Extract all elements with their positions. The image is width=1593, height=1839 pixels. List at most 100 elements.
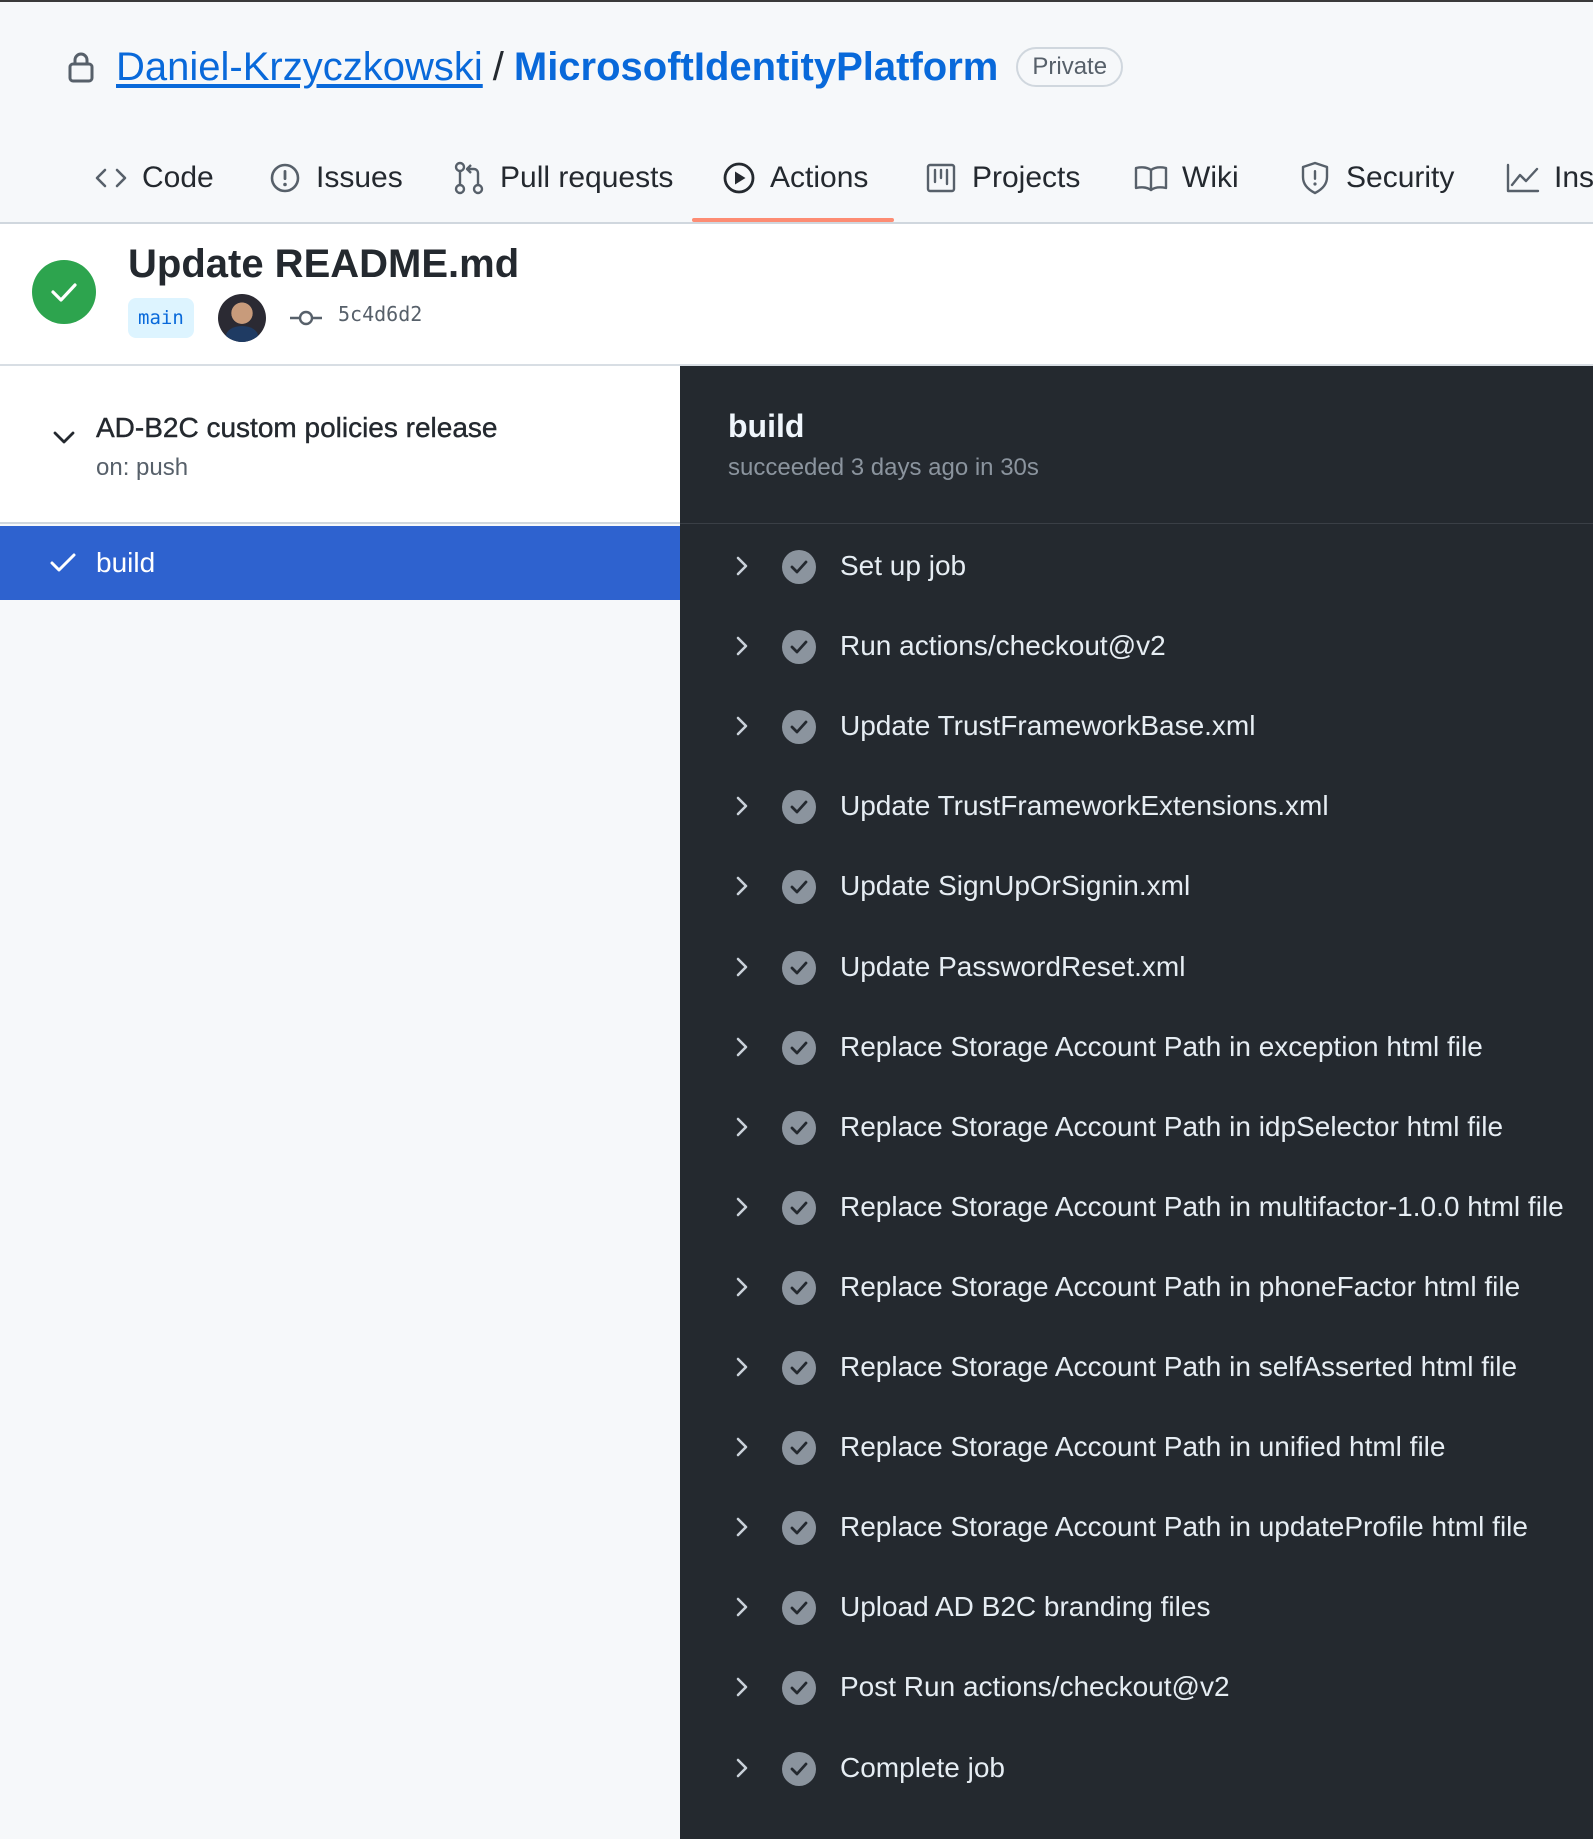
job-step[interactable]: Update SignUpOrSignin.xml (680, 846, 1593, 926)
step-success-icon (782, 1591, 816, 1626)
tab-label: Issues (316, 161, 403, 194)
repo-name-link[interactable]: MicrosoftIdentityPlatform (514, 45, 998, 90)
job-step[interactable]: Complete job (680, 1728, 1593, 1808)
step-success-icon (782, 1030, 816, 1065)
job-step[interactable]: Update TrustFrameworkExtensions.xml (680, 766, 1593, 846)
job-log-panel: build succeeded 3 days ago in 30s Set up… (680, 366, 1593, 1839)
step-success-icon (782, 1671, 816, 1706)
repo-owner-link[interactable]: Daniel-Krzyczkowski (116, 45, 483, 90)
chevron-right-icon[interactable] (732, 1595, 752, 1619)
step-name: Update TrustFrameworkBase.xml (840, 710, 1256, 742)
tab-wiki[interactable]: Wiki (1134, 130, 1239, 226)
job-step[interactable]: Replace Storage Account Path in idpSelec… (680, 1087, 1593, 1167)
job-name: build (96, 547, 156, 578)
tab-label: Projects (972, 161, 1081, 194)
chevron-right-icon[interactable] (732, 955, 752, 979)
job-step[interactable]: Replace Storage Account Path in updatePr… (680, 1487, 1593, 1567)
issue-icon (268, 161, 302, 195)
step-name: Update SignUpOrSignin.xml (840, 870, 1191, 902)
step-name: Replace Storage Account Path in unified … (840, 1431, 1446, 1463)
step-name: Upload AD B2C branding files (840, 1591, 1211, 1623)
chevron-right-icon[interactable] (732, 1195, 752, 1219)
step-success-icon (782, 1110, 816, 1145)
step-name: Update PasswordReset.xml (840, 950, 1186, 982)
tab-projects[interactable]: Projects (924, 130, 1080, 226)
job-step[interactable]: Update TrustFrameworkBase.xml (680, 686, 1593, 766)
job-step[interactable]: Update PasswordReset.xml (680, 927, 1593, 1007)
chevron-right-icon[interactable] (732, 874, 752, 898)
chevron-right-icon[interactable] (732, 1355, 752, 1379)
code-icon (94, 161, 128, 195)
chevron-right-icon[interactable] (732, 1275, 752, 1299)
step-name: Set up job (840, 550, 967, 581)
step-success-icon (782, 550, 816, 584)
job-step[interactable]: Post Run actions/checkout@v2 (680, 1647, 1593, 1727)
active-tab-indicator (692, 218, 894, 222)
step-success-icon (782, 1511, 816, 1546)
chevron-right-icon[interactable] (732, 554, 752, 578)
step-name: Replace Storage Account Path in updatePr… (840, 1511, 1528, 1543)
chevron-right-icon[interactable] (732, 1756, 752, 1780)
workflow-summary[interactable]: AD-B2C custom policies release on: push (0, 366, 680, 524)
run-title: Update README.md (128, 242, 520, 286)
repo-header: Daniel-Krzyczkowski / MicrosoftIdentityP… (0, 2, 1593, 224)
job-log-header: build succeeded 3 days ago in 30s (680, 366, 1593, 524)
chevron-right-icon[interactable] (732, 634, 752, 658)
step-success-icon (782, 790, 816, 825)
job-step[interactable]: Set up job (680, 526, 1593, 606)
lock-icon (64, 47, 98, 87)
job-step[interactable]: Replace Storage Account Path in phoneFac… (680, 1247, 1593, 1327)
step-success-icon (782, 1190, 816, 1225)
tab-actions[interactable]: Actions (722, 130, 868, 226)
tab-code[interactable]: Code (94, 130, 214, 226)
sidebar-item-build-job[interactable]: build (0, 526, 680, 600)
book-icon (1134, 161, 1168, 195)
job-step[interactable]: Replace Storage Account Path in selfAsse… (680, 1327, 1593, 1407)
tab-label: Pull requests (500, 161, 674, 194)
chevron-right-icon[interactable] (732, 1115, 752, 1139)
avatar[interactable] (218, 294, 266, 342)
tab-security[interactable]: Security (1298, 130, 1454, 226)
tab-label: Code (142, 161, 214, 194)
workflow-trigger: on: push (96, 454, 189, 481)
job-step[interactable]: Run actions/checkout@v2 (680, 606, 1593, 686)
step-success-icon (782, 1431, 816, 1466)
tab-label: Actions (770, 161, 869, 194)
chevron-right-icon[interactable] (732, 1435, 752, 1459)
chevron-right-icon[interactable] (732, 714, 752, 738)
repo-path-separator: / (492, 44, 504, 89)
tab-insights[interactable]: Insi (1506, 130, 1593, 226)
job-step[interactable]: Replace Storage Account Path in multifac… (680, 1167, 1593, 1247)
tab-label: Security (1346, 161, 1455, 194)
job-step[interactable]: Replace Storage Account Path in unified … (680, 1407, 1593, 1487)
visibility-badge: Private (1016, 47, 1124, 87)
step-success-icon (782, 710, 816, 745)
step-name: Replace Storage Account Path in phoneFac… (840, 1270, 1521, 1302)
step-success-icon (782, 1751, 816, 1786)
chevron-right-icon[interactable] (732, 1675, 752, 1699)
workflow-run-header: Update README.md main 5c4d6d2 (0, 224, 1593, 366)
chevron-right-icon[interactable] (732, 794, 752, 818)
play-icon (722, 161, 756, 195)
pull-request-icon (452, 161, 486, 195)
branch-label[interactable]: main (128, 298, 194, 338)
commit-icon (290, 304, 322, 332)
graph-icon (1506, 161, 1540, 195)
job-step[interactable]: Replace Storage Account Path in exceptio… (680, 1007, 1593, 1087)
job-summary: succeeded 3 days ago in 30s (728, 454, 1039, 481)
step-success-icon (782, 950, 816, 985)
step-success-icon (782, 1351, 816, 1385)
workflow-name: AD-B2C custom policies release (96, 412, 498, 443)
tab-label: Wiki (1182, 161, 1239, 194)
tab-pull-requests[interactable]: Pull requests (452, 130, 673, 226)
chevron-down-icon[interactable] (50, 424, 78, 452)
chevron-right-icon[interactable] (732, 1035, 752, 1059)
commit-sha-link[interactable]: 5c4d6d2 (338, 302, 422, 326)
step-name: Replace Storage Account Path in selfAsse… (840, 1351, 1518, 1382)
tab-issues[interactable]: Issues (268, 130, 403, 226)
step-name: Post Run actions/checkout@v2 (840, 1671, 1230, 1703)
chevron-right-icon[interactable] (732, 1515, 752, 1539)
step-name: Replace Storage Account Path in multifac… (840, 1190, 1564, 1222)
step-name: Run actions/checkout@v2 (840, 630, 1166, 662)
job-step[interactable]: Upload AD B2C branding files (680, 1567, 1593, 1647)
